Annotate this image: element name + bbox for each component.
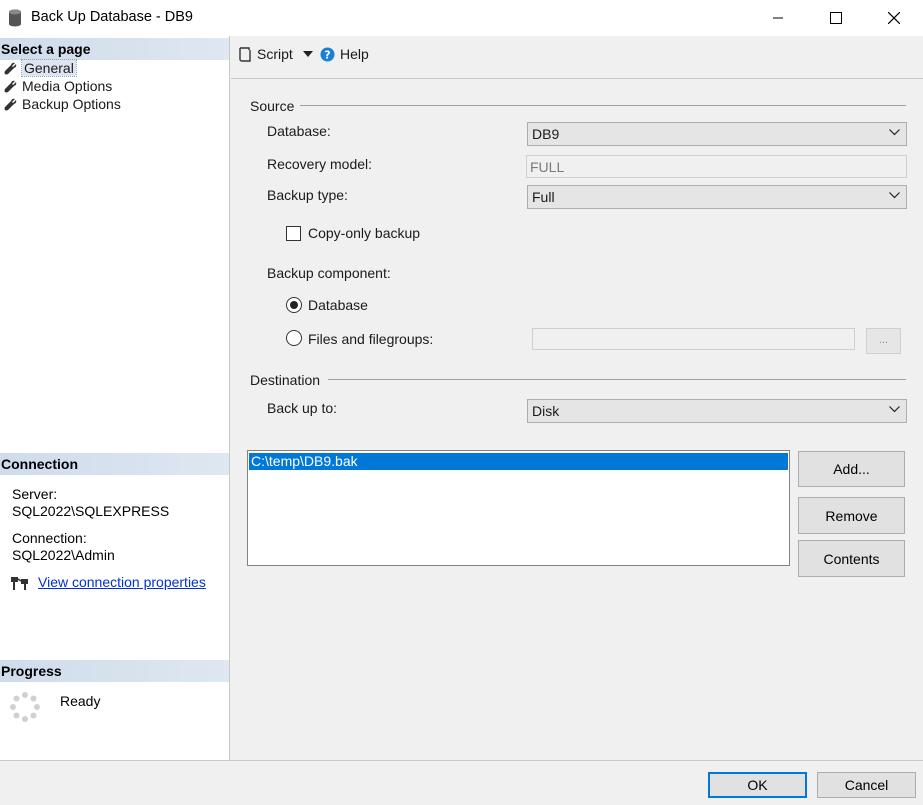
script-icon [239, 47, 251, 62]
title-bar: Back Up Database - DB9 [0, 0, 923, 36]
script-button[interactable]: Script [238, 44, 313, 64]
browse-filegroups-button: ... [866, 328, 901, 354]
link-text: View connection properties [38, 574, 206, 590]
wrench-icon [4, 98, 17, 110]
backup-component-label: Backup component: [267, 265, 391, 281]
left-panel: Select a page General Media Options Back… [0, 36, 230, 760]
contents-button[interactable]: Contents [798, 540, 905, 577]
component-database-radio[interactable] [286, 297, 302, 313]
spinner-icon [10, 692, 40, 722]
component-database-label: Database [308, 297, 368, 313]
chevron-down-icon [889, 192, 900, 199]
add-button[interactable]: Add... [798, 451, 905, 487]
source-group-line [300, 105, 906, 106]
window-title: Back Up Database - DB9 [31, 9, 193, 25]
source-group-label: Source [250, 98, 301, 114]
database-label: Database: [267, 123, 331, 139]
database-select[interactable]: DB9 [527, 122, 907, 146]
toolbar: Script ? Help [231, 36, 923, 76]
wrench-icon [4, 62, 17, 74]
progress-header: Progress [0, 660, 229, 682]
cancel-button[interactable]: Cancel [817, 772, 916, 798]
chevron-down-icon [889, 129, 900, 136]
page-item-label: General [21, 59, 77, 77]
script-label: Script [257, 46, 293, 62]
server-value: SQL2022\SQLEXPRESS [12, 503, 170, 519]
connection-label: Connection: [12, 530, 87, 546]
back-up-to-value: Disk [532, 403, 560, 419]
server-label: Server: [12, 486, 58, 502]
connection-value: SQL2022\Admin [12, 547, 115, 563]
destination-list[interactable]: C:\temp\DB9.bak [247, 450, 790, 566]
page-item-backup-options[interactable]: Backup Options [4, 95, 121, 113]
page-item-label: Backup Options [22, 96, 121, 112]
list-item[interactable]: C:\temp\DB9.bak [249, 453, 788, 470]
view-connection-properties-link[interactable]: View connection properties [38, 574, 206, 590]
page-item-label: Media Options [22, 78, 113, 94]
svg-text:?: ? [324, 48, 330, 61]
page-item-general[interactable]: General [4, 59, 77, 77]
page-item-media-options[interactable]: Media Options [4, 77, 112, 95]
destination-group-label: Destination [250, 372, 327, 388]
connection-header: Connection [0, 453, 229, 475]
database-value: DB9 [532, 126, 560, 142]
copy-only-label: Copy-only backup [308, 225, 421, 241]
help-icon: ? [320, 47, 335, 61]
progress-status: Ready [60, 693, 101, 709]
copy-only-checkbox[interactable] [286, 226, 301, 241]
connection-properties-icon [11, 577, 28, 590]
help-label: Help [340, 46, 369, 62]
component-files-radio[interactable] [286, 330, 302, 346]
close-button[interactable] [865, 0, 923, 36]
maximize-button[interactable] [807, 0, 865, 36]
backup-type-label: Backup type: [267, 187, 348, 203]
backup-type-select[interactable]: Full [527, 185, 907, 209]
destination-group-line [328, 379, 906, 380]
backup-type-value: Full [532, 189, 555, 205]
back-up-to-label: Back up to: [267, 400, 338, 416]
close-icon [888, 12, 900, 24]
ok-button[interactable]: OK [708, 772, 807, 798]
chevron-down-icon [889, 406, 900, 413]
component-files-label: Files and filegroups: [308, 331, 434, 347]
recovery-model-field: FULL [526, 155, 907, 178]
maximize-icon [830, 12, 842, 24]
database-icon [9, 9, 21, 27]
back-up-to-select[interactable]: Disk [527, 399, 907, 423]
filegroups-field [532, 328, 855, 350]
wrench-icon [4, 80, 17, 92]
minimize-icon [773, 17, 783, 19]
select-page-header: Select a page [0, 38, 229, 60]
minimize-button[interactable] [749, 0, 807, 36]
help-button[interactable]: ? Help [320, 44, 369, 64]
toolbar-separator [231, 78, 923, 79]
chevron-down-icon [302, 51, 313, 57]
remove-button[interactable]: Remove [798, 497, 905, 534]
recovery-model-label: Recovery model: [267, 156, 373, 172]
